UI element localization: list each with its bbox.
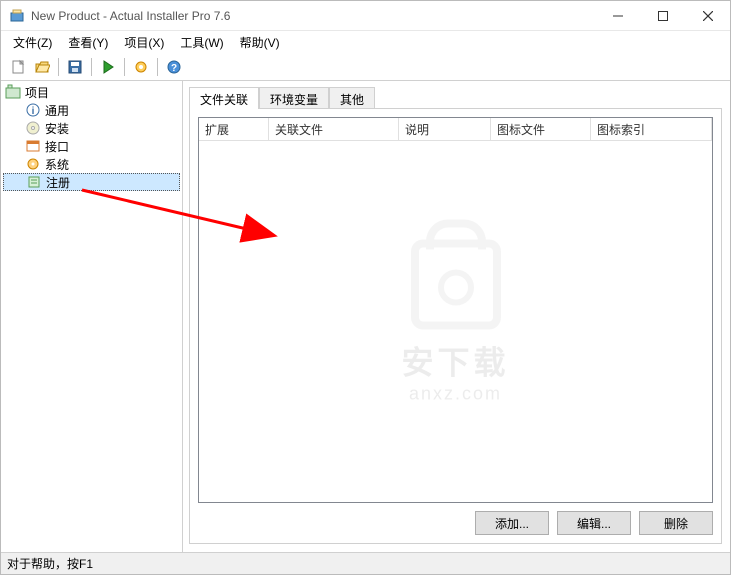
watermark-cn: 安下载 (401, 337, 509, 383)
tree-item-system[interactable]: 系统 (3, 155, 180, 173)
main-area: 项目 i 通用 安装 接口 系统 注册 (1, 81, 730, 552)
titlebar: New Product - Actual Installer Pro 7.6 (1, 1, 730, 31)
svg-text:i: i (32, 106, 35, 117)
window-title: New Product - Actual Installer Pro 7.6 (31, 9, 595, 23)
menu-file[interactable]: 文件(Z) (5, 32, 60, 53)
tree-root-label: 项目 (25, 84, 49, 101)
maximize-button[interactable] (640, 1, 685, 30)
tree-label-system: 系统 (45, 156, 69, 173)
edit-button[interactable]: 编辑... (557, 511, 631, 535)
file-assoc-list[interactable]: 扩展 关联文件 说明 图标文件 图标索引 安下载 anxz.com (198, 117, 713, 503)
new-button[interactable] (7, 56, 29, 78)
app-icon (9, 8, 25, 24)
col-extension[interactable]: 扩展 (199, 118, 269, 140)
col-assoc-file[interactable]: 关联文件 (269, 118, 399, 140)
tab-file-assoc[interactable]: 文件关联 (189, 87, 259, 109)
tab-other[interactable]: 其他 (329, 87, 375, 109)
content-panel: 文件关联 环境变量 其他 扩展 关联文件 说明 图标文件 图标索引 安下载 an… (183, 81, 730, 552)
tree-item-install[interactable]: 安装 (3, 119, 180, 137)
col-description[interactable]: 说明 (399, 118, 491, 140)
menubar: 文件(Z) 查看(Y) 项目(X) 工具(W) 帮助(V) (1, 31, 730, 53)
reg-icon (26, 174, 42, 190)
menu-tools[interactable]: 工具(W) (172, 32, 231, 53)
close-button[interactable] (685, 1, 730, 30)
tree-root[interactable]: 项目 (3, 83, 180, 101)
tree-item-interface[interactable]: 接口 (3, 137, 180, 155)
col-icon-file[interactable]: 图标文件 (491, 118, 591, 140)
settings-button[interactable] (130, 56, 152, 78)
project-icon (5, 84, 21, 100)
tree-label-install: 安装 (45, 120, 69, 137)
minimize-button[interactable] (595, 1, 640, 30)
tree-item-register[interactable]: 注册 (3, 173, 180, 191)
cd-icon (25, 120, 41, 136)
list-body[interactable]: 安下载 anxz.com (199, 141, 712, 502)
tree-label-general: 通用 (45, 102, 69, 119)
tab-strip: 文件关联 环境变量 其他 (189, 87, 722, 109)
status-text: 对于帮助，按F1 (7, 555, 93, 572)
menu-view[interactable]: 查看(Y) (60, 32, 116, 53)
menu-help[interactable]: 帮助(V) (232, 32, 288, 53)
tree-label-interface: 接口 (45, 138, 69, 155)
watermark-en: anxz.com (401, 383, 509, 404)
toolbar-separator (124, 58, 125, 76)
col-icon-index[interactable]: 图标索引 (591, 118, 712, 140)
tree-panel: 项目 i 通用 安装 接口 系统 注册 (1, 81, 183, 552)
delete-button[interactable]: 删除 (639, 511, 713, 535)
run-button[interactable] (97, 56, 119, 78)
list-header: 扩展 关联文件 说明 图标文件 图标索引 (199, 118, 712, 141)
button-row: 添加... 编辑... 删除 (198, 511, 713, 535)
save-button[interactable] (64, 56, 86, 78)
add-button[interactable]: 添加... (475, 511, 549, 535)
toolbar-separator (58, 58, 59, 76)
gear-icon (25, 156, 41, 172)
tree-item-general[interactable]: i 通用 (3, 101, 180, 119)
help-button[interactable]: ? (163, 56, 185, 78)
tab-body: 扩展 关联文件 说明 图标文件 图标索引 安下载 anxz.com 添加... … (189, 108, 722, 544)
project-tree[interactable]: 项目 i 通用 安装 接口 系统 注册 (3, 83, 180, 191)
toolbar-separator (91, 58, 92, 76)
tree-label-register: 注册 (46, 174, 70, 191)
window-icon (25, 138, 41, 154)
statusbar: 对于帮助，按F1 (1, 552, 730, 574)
toolbar: ? (1, 53, 730, 81)
tab-env-vars[interactable]: 环境变量 (259, 87, 329, 109)
menu-project[interactable]: 项目(X) (116, 32, 172, 53)
svg-text:?: ? (171, 63, 177, 74)
toolbar-separator (157, 58, 158, 76)
open-button[interactable] (31, 56, 53, 78)
watermark: 安下载 anxz.com (401, 239, 509, 404)
info-icon: i (25, 102, 41, 118)
